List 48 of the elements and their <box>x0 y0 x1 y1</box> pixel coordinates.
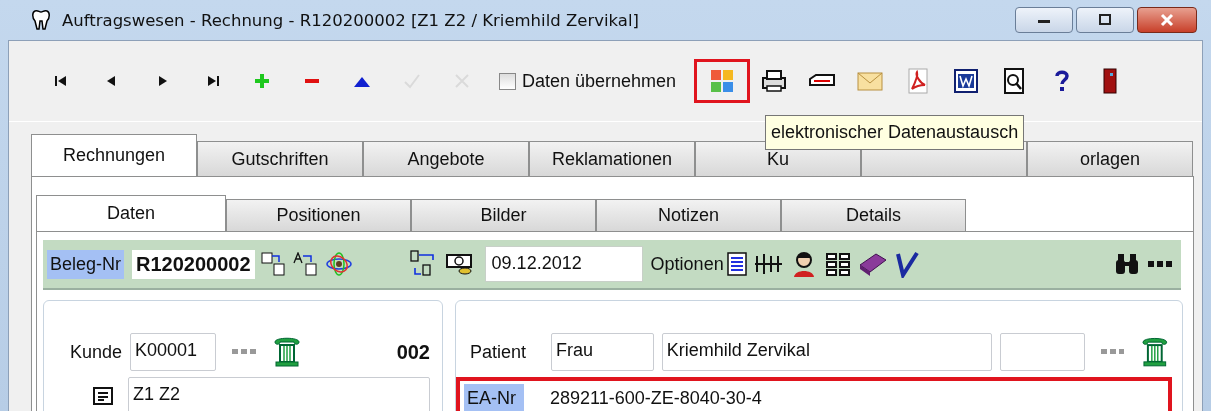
patient-name-field[interactable]: Kriemhild Zervikal <box>661 333 992 371</box>
close-icon <box>1159 13 1175 27</box>
tab[interactable]: Positionen <box>226 199 411 231</box>
customer-code: 002 <box>396 340 430 364</box>
document-number: R120200002 <box>132 249 255 279</box>
money-icon[interactable] <box>444 251 475 277</box>
document-number-label: Beleg-Nr <box>47 249 125 279</box>
checkbox[interactable] <box>499 72 516 90</box>
checkmark-icon[interactable] <box>893 250 920 278</box>
maximize-button[interactable] <box>1076 7 1134 33</box>
note-icon[interactable] <box>92 386 114 406</box>
more-icon[interactable] <box>1147 260 1173 268</box>
salutation-field[interactable]: Frau <box>551 333 654 371</box>
column-icon[interactable] <box>272 336 302 368</box>
tab[interactable]: Daten <box>36 195 226 231</box>
copy-table-icon[interactable] <box>260 252 287 276</box>
tab[interactable]: Gutschriften <box>197 141 363 176</box>
close-button[interactable] <box>1137 7 1197 33</box>
tab[interactable]: orlagen <box>1027 141 1193 176</box>
tab[interactable]: Rechnungen <box>31 134 197 176</box>
tooltip: elektronischer Datenaustausch <box>765 115 1025 150</box>
tooth-icon <box>32 9 50 31</box>
maximize-icon <box>1098 14 1112 26</box>
tab[interactable]: Angebote <box>363 141 529 176</box>
options-label: Optionen <box>650 253 724 275</box>
patient-label: Patient <box>469 341 528 363</box>
ea-number-field[interactable]: 289211-600-ZE-8040-30-4 <box>550 387 762 409</box>
column-icon[interactable] <box>1140 336 1170 368</box>
customer-label: Kunde <box>68 341 122 363</box>
tab[interactable]: Notizen <box>596 199 781 231</box>
grid-lines-icon[interactable] <box>753 252 784 276</box>
minimize-button[interactable] <box>1015 7 1073 33</box>
tab[interactable]: Details <box>781 199 966 231</box>
binoculars-icon[interactable] <box>1113 252 1141 276</box>
ea-number-label: EA-Nr <box>464 383 524 411</box>
date-field[interactable]: 09.12.2012 <box>484 246 643 282</box>
checkbox-label: Daten übernehmen <box>522 70 677 92</box>
atom-icon[interactable] <box>324 251 353 277</box>
grid-icon[interactable] <box>823 251 852 277</box>
document-icon[interactable] <box>725 251 748 277</box>
note-field[interactable]: Z1 Z2 <box>128 377 430 411</box>
input-field[interactable] <box>999 333 1085 371</box>
text-to-table-icon[interactable] <box>292 252 319 276</box>
colored-squares-icon[interactable] <box>694 59 751 103</box>
customer-id-field[interactable]: K00001 <box>130 333 216 371</box>
window-title: Auftragswesen - Rechnung - R120200002 [Z1 Z2 / Kriemhild Zervikal] <box>62 10 639 30</box>
tab[interactable]: Bilder <box>411 199 596 231</box>
tab[interactable]: Reklamationen <box>529 141 695 176</box>
